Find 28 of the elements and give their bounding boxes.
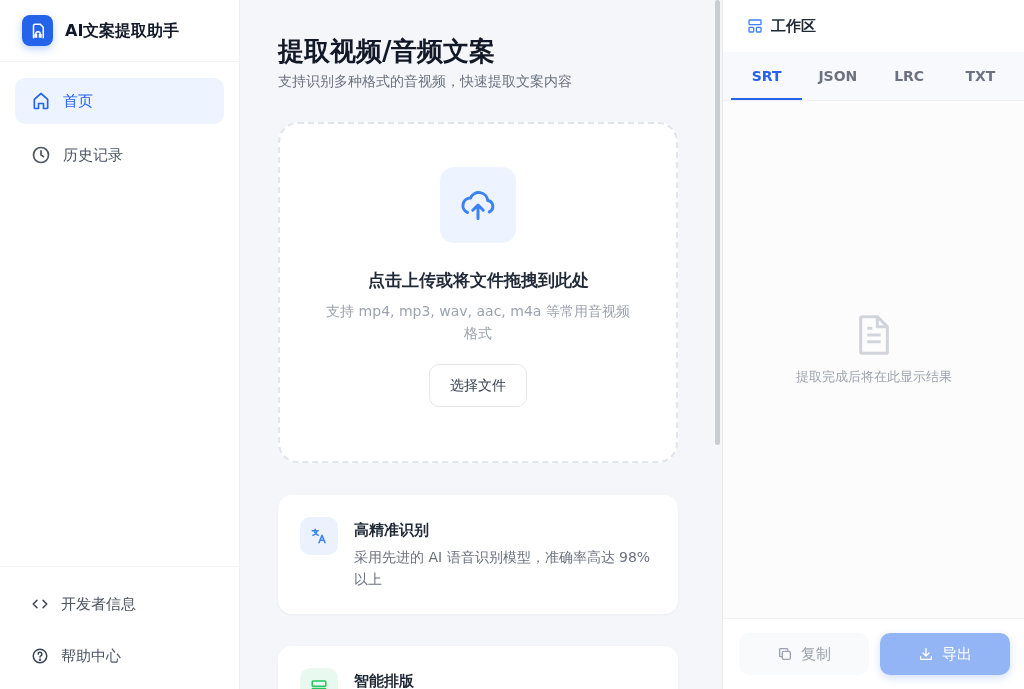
workspace-title: 工作区 (771, 15, 816, 37)
sidebar-link[interactable]: 帮助中心 (15, 633, 224, 679)
help-icon (31, 647, 49, 665)
upload-hint: 支持 mp4, mp3, wav, aac, m4a 等常用音视频格式 (325, 301, 631, 344)
format-tab[interactable]: TXT (944, 52, 1016, 100)
layout-icon (747, 18, 763, 34)
sidebar-item[interactable]: 历史记录 (15, 132, 224, 178)
empty-state-text: 提取完成后将在此显示结果 (795, 367, 952, 386)
sidebar-link[interactable]: 开发者信息 (15, 581, 224, 627)
download-icon (918, 646, 934, 662)
feature-title: 高精准识别 (354, 520, 430, 542)
format-tab[interactable]: JSON (802, 52, 874, 100)
scrollbar[interactable] (715, 0, 720, 445)
page-subtitle: 支持识别多种格式的音视频，快速提取文案内容 (278, 72, 573, 92)
format-tab[interactable]: LRC (873, 52, 945, 100)
app-title: AI文案提取助手 (65, 19, 180, 42)
upload-dropzone[interactable]: 点击上传或将文件拖拽到此处 支持 mp4, mp3, wav, aac, m4a 等常用音视频格式 选择文件 (278, 122, 678, 464)
feature-description: 采用先进的 AI 语音识别模型，准确率高达 98% 以上 (354, 547, 652, 590)
select-file-button[interactable]: 选择文件 (429, 364, 527, 408)
logo-icon (22, 15, 53, 46)
clock-icon (31, 145, 51, 165)
home-icon (31, 91, 51, 111)
upload-title: 点击上传或将文件拖拽到此处 (367, 269, 589, 293)
copy-icon (777, 646, 793, 662)
feature-title: 智能排版 (354, 671, 414, 689)
upload-icon (440, 167, 516, 244)
page-title: 提取视频/音频文案 (278, 36, 497, 68)
sidebar-item[interactable]: 首页 (15, 78, 224, 124)
